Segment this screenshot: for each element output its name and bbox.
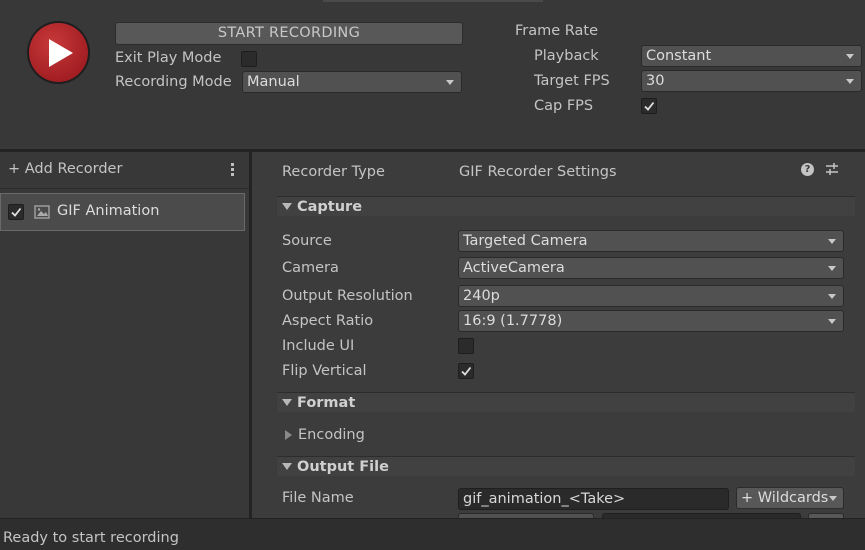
recording-mode-value: Manual (247, 74, 300, 90)
output-resolution-dropdown[interactable]: 240p (458, 285, 844, 307)
target-fps-value: 30 (646, 73, 665, 89)
play-icon (49, 39, 73, 67)
exit-play-mode-checkbox[interactable] (241, 51, 257, 67)
foldout-down-icon (282, 463, 292, 470)
foldout-right-icon (285, 430, 292, 440)
cap-fps-checkbox[interactable] (641, 98, 657, 114)
file-name-input[interactable]: gif_animation_<Take> (458, 488, 729, 510)
checkmark-icon (461, 366, 472, 376)
playback-dropdown[interactable]: Constant (641, 45, 862, 67)
chevron-down-icon (828, 319, 836, 324)
chevron-down-icon (828, 239, 836, 244)
chevron-down-icon (828, 266, 836, 271)
record-play-button[interactable] (27, 21, 90, 84)
add-recorder-button[interactable]: + Add Recorder (8, 161, 122, 177)
output-file-section-title: Output File (297, 459, 389, 475)
file-name-label: File Name (282, 490, 354, 506)
aspect-ratio-dropdown[interactable]: 16:9 (1.7778) (458, 310, 844, 332)
playback-label: Playback (534, 48, 599, 64)
flip-vertical-label: Flip Vertical (282, 363, 367, 379)
frame-rate-label: Frame Rate (515, 23, 599, 39)
output-resolution-label: Output Resolution (282, 288, 413, 304)
source-label: Source (282, 233, 332, 249)
wildcards-button[interactable]: + Wildcards (736, 487, 844, 509)
wildcards-button-label: + Wildcards (741, 490, 829, 506)
status-bar: Ready to start recording (0, 518, 865, 550)
checkmark-icon (644, 101, 655, 111)
recorder-list-divider (0, 188, 249, 189)
playback-value: Constant (646, 48, 712, 64)
encoding-label: Encoding (298, 427, 365, 443)
help-icon[interactable]: ? (801, 163, 814, 176)
source-dropdown[interactable]: Targeted Camera (458, 230, 844, 252)
include-ui-checkbox[interactable] (458, 338, 474, 354)
camera-value: ActiveCamera (463, 260, 565, 276)
recording-mode-dropdown[interactable]: Manual (242, 71, 462, 93)
recording-mode-label: Recording Mode (115, 74, 232, 90)
capture-section-header[interactable]: Capture (277, 196, 855, 216)
checkmark-icon (11, 207, 22, 217)
capture-section-title: Capture (297, 199, 363, 215)
recorder-type-value: GIF Recorder Settings (459, 164, 617, 180)
format-section-title: Format (297, 395, 356, 411)
more-options-icon[interactable] (231, 163, 235, 177)
camera-dropdown[interactable]: ActiveCamera (458, 257, 844, 279)
output-resolution-value: 240p (463, 288, 500, 304)
foldout-down-icon (282, 399, 292, 406)
format-section-header[interactable]: Format (277, 392, 855, 412)
aspect-ratio-label: Aspect Ratio (282, 313, 374, 329)
encoding-foldout[interactable]: Encoding (284, 426, 484, 446)
top-tab-indicator (323, 0, 543, 2)
chevron-down-icon (446, 80, 454, 85)
source-value: Targeted Camera (463, 233, 588, 249)
target-fps-dropdown[interactable]: 30 (641, 70, 862, 92)
aspect-ratio-value: 16:9 (1.7778) (463, 313, 563, 329)
image-icon (34, 205, 50, 219)
chevron-down-icon (846, 54, 854, 59)
flip-vertical-checkbox[interactable] (458, 363, 474, 379)
chevron-down-icon (829, 496, 837, 501)
recorder-type-label: Recorder Type (282, 164, 385, 180)
camera-label: Camera (282, 260, 339, 276)
recorder-item-gif-animation[interactable]: GIF Animation (0, 193, 245, 231)
record-button-circle (29, 23, 88, 82)
chevron-down-icon (828, 294, 836, 299)
chevron-down-icon (846, 79, 854, 84)
start-recording-button[interactable]: START RECORDING (115, 22, 463, 45)
include-ui-label: Include UI (282, 338, 355, 354)
cap-fps-label: Cap FPS (534, 98, 594, 114)
output-file-section-header[interactable]: Output File (277, 456, 855, 476)
recorder-list-panel: + Add Recorder GIF Animation (0, 152, 249, 518)
status-text: Ready to start recording (3, 530, 179, 546)
target-fps-label: Target FPS (534, 73, 610, 89)
recorder-item-label: GIF Animation (57, 203, 160, 219)
exit-play-mode-label: Exit Play Mode (115, 50, 222, 66)
foldout-down-icon (282, 203, 292, 210)
recorder-enabled-checkbox[interactable] (8, 204, 24, 220)
preset-settings-icon[interactable] (825, 162, 839, 176)
